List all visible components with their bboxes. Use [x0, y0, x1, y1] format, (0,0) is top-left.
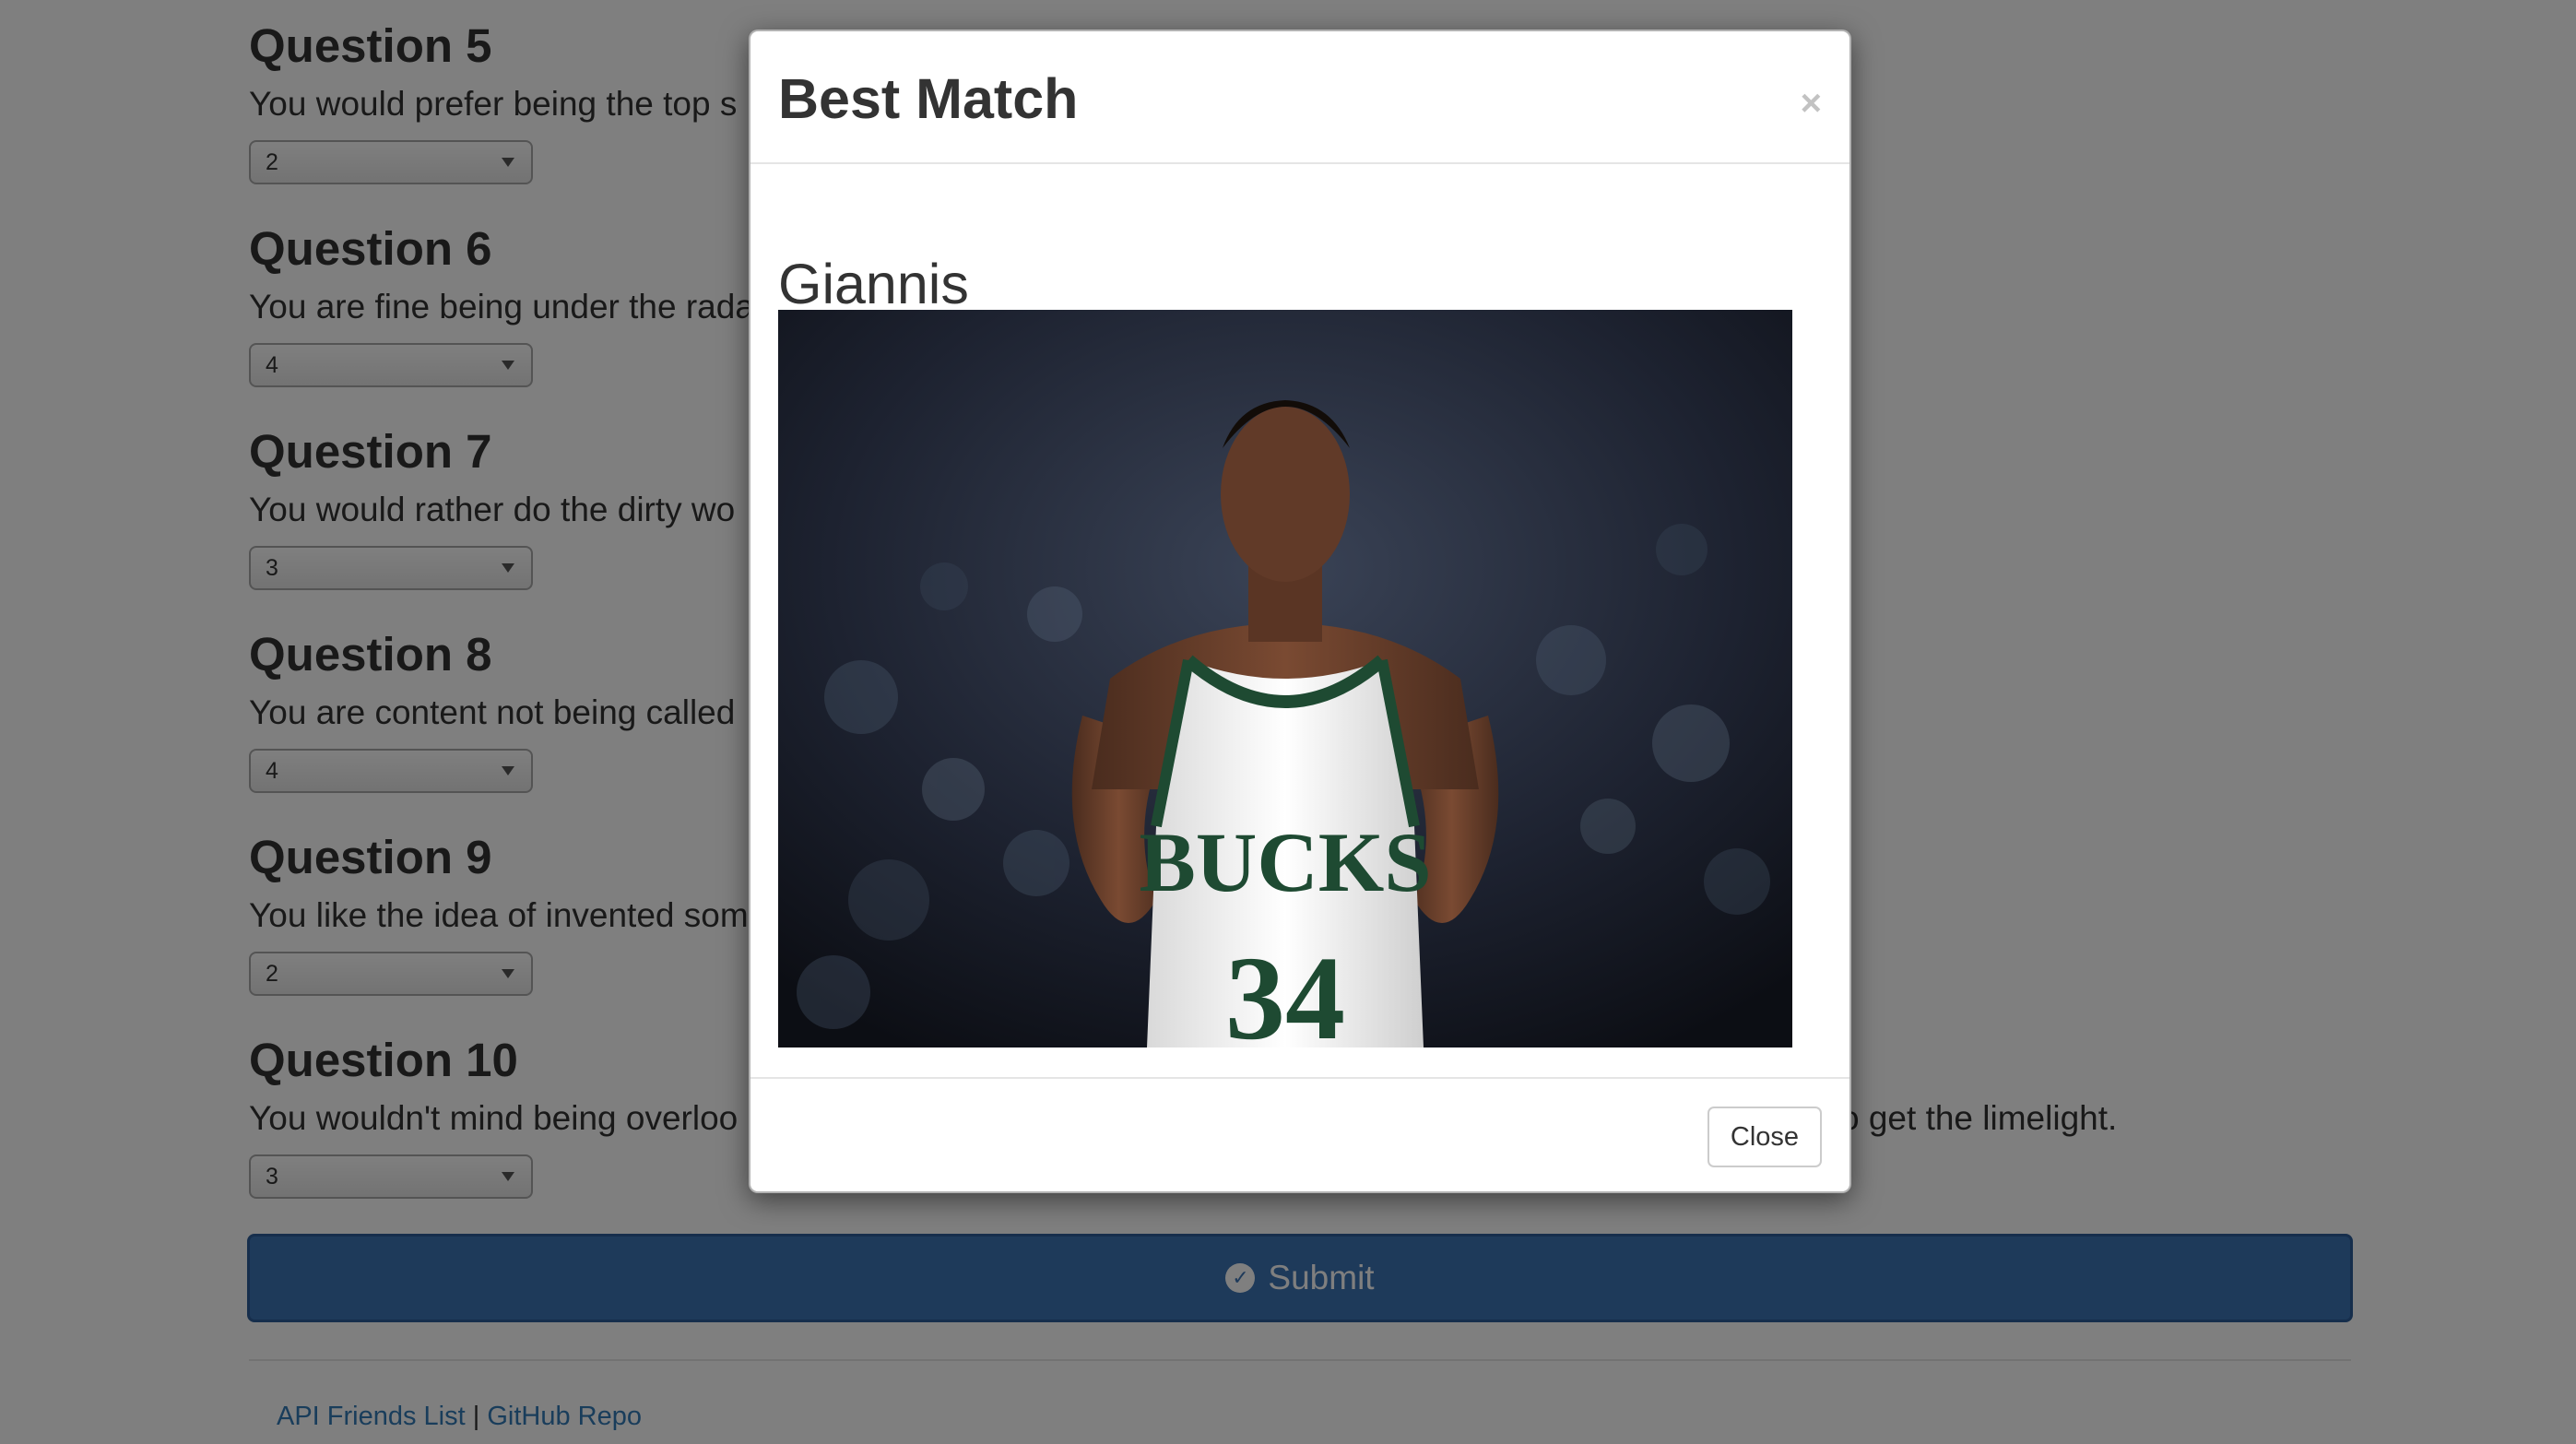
modal-header: Best Match ×: [750, 31, 1849, 164]
close-button[interactable]: Close: [1707, 1107, 1822, 1167]
modal-footer: Close: [750, 1077, 1849, 1193]
close-icon[interactable]: ×: [1801, 85, 1822, 122]
photo-jersey-text: BUCKS: [1140, 815, 1432, 909]
photo-jersey-number: 34: [1225, 932, 1345, 1047]
page: Question 5 You would prefer being the to…: [0, 0, 2576, 1444]
match-photo: BUCKS 34: [778, 310, 1792, 1047]
best-match-modal: Best Match × Giannis BUCKS 34 Close: [749, 30, 1851, 1193]
match-name: Giannis: [778, 253, 969, 315]
modal-title: Best Match: [778, 67, 1079, 130]
